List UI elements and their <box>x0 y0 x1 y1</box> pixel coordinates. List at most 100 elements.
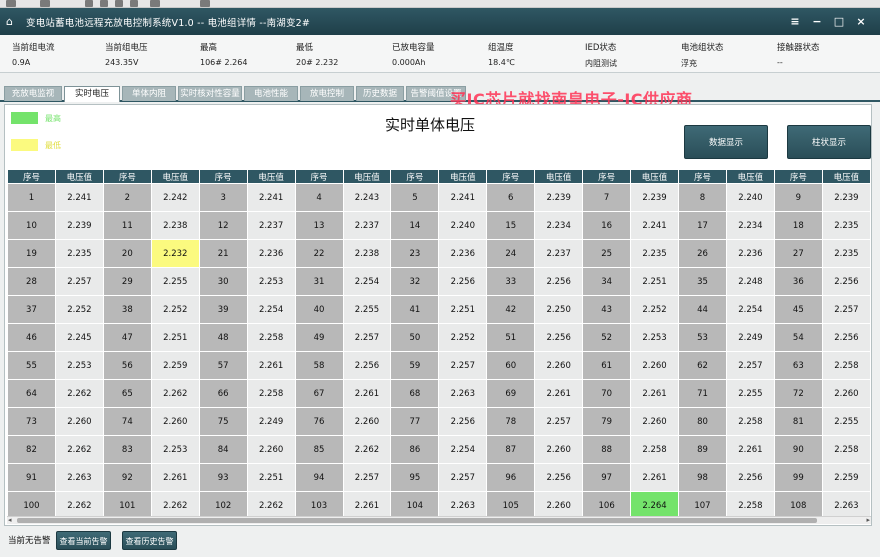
cell-index: 9 <box>773 183 823 212</box>
cell-index: 74 <box>102 407 152 436</box>
cell-voltage: 2.257 <box>342 463 392 492</box>
cell-voltage: 2.245 <box>54 323 104 352</box>
header-index: 序号 <box>390 169 440 184</box>
cell-index: 23 <box>390 239 440 268</box>
info-value: 浮充 <box>681 59 697 68</box>
cell-index: 94 <box>294 463 344 492</box>
align-left-icon[interactable] <box>85 0 93 7</box>
cell-voltage: 2.252 <box>438 323 488 352</box>
tab-charge-monitor[interactable]: 充放电监视 <box>4 86 62 101</box>
cell-voltage: 2.235 <box>821 239 871 268</box>
cell-voltage: 2.261 <box>246 351 296 380</box>
cell-index: 95 <box>390 463 440 492</box>
cell-voltage: 2.252 <box>54 295 104 324</box>
cell-voltage: 2.254 <box>246 295 296 324</box>
cell-voltage: 2.262 <box>342 435 392 464</box>
view-history-alarm-button[interactable]: 查看历史告警 <box>122 531 177 550</box>
cell-index: 64 <box>7 379 56 408</box>
cell-voltage: 2.249 <box>725 323 775 352</box>
cell-voltage: 2.238 <box>342 239 392 268</box>
legend-low-swatch <box>11 139 38 151</box>
cell-voltage: 2.258 <box>725 491 775 516</box>
cell-voltage: 2.257 <box>438 463 488 492</box>
cell-voltage: 2.260 <box>821 379 871 408</box>
cell-index: 82 <box>7 435 56 464</box>
horizontal-scrollbar[interactable]: ◂ ▸ <box>7 516 871 524</box>
voltage-table: 序号 电压值 序号 电压值 序号 电压值 序号 电压值 序号 电压值 序号 电压值 序号 电压值 序号 电压值… <box>7 169 871 516</box>
cell-voltage: 2.257 <box>54 267 104 296</box>
clear-format-icon[interactable] <box>40 0 50 7</box>
home-icon[interactable]: ⌂ <box>6 15 22 28</box>
justify-icon[interactable] <box>130 0 138 7</box>
header-voltage: 电压值 <box>630 169 680 184</box>
cell-voltage: 2.256 <box>534 323 584 352</box>
table-row: 19 2.235 20 2.232 21 2.236 22 2.238 23 2.236 24 2.2… <box>7 239 871 268</box>
cell-voltage: 2.262 <box>150 491 200 516</box>
cell-voltage: 2.261 <box>150 463 200 492</box>
cell-voltage: 2.256 <box>438 267 488 296</box>
header-index: 序号 <box>7 169 56 184</box>
cell-index: 22 <box>294 239 344 268</box>
cell-voltage: 2.263 <box>438 379 488 408</box>
header-voltage: 电压值 <box>54 169 104 184</box>
cell-voltage: 2.239 <box>534 183 584 212</box>
header-index: 序号 <box>486 169 536 184</box>
tab-capacity-check[interactable]: 实时核对性容量 <box>178 86 242 101</box>
scrollbar-thumb[interactable] <box>17 518 817 523</box>
cell-voltage: 2.258 <box>246 323 296 352</box>
cell-index: 87 <box>486 435 536 464</box>
cell-voltage: 2.253 <box>150 435 200 464</box>
view-current-alarm-button[interactable]: 查看当前告警 <box>56 531 111 550</box>
cell-index: 86 <box>390 435 440 464</box>
info-value: 0.000Ah <box>392 58 426 67</box>
cell-voltage: 2.237 <box>534 239 584 268</box>
tab-cell-resistance[interactable]: 单体内阻 <box>122 86 176 101</box>
cell-index: 8 <box>678 183 727 212</box>
cell-voltage: 2.255 <box>725 379 775 408</box>
cell-voltage: 2.241 <box>54 183 104 212</box>
window-controls: ≡ − □ × <box>784 8 872 35</box>
table-icon[interactable] <box>200 0 210 7</box>
cell-voltage: 2.256 <box>534 267 584 296</box>
cell-index: 98 <box>678 463 727 492</box>
cell-index: 44 <box>678 295 727 324</box>
minimize-icon[interactable]: − <box>806 15 828 28</box>
cell-voltage: 2.261 <box>342 379 392 408</box>
info-label: 当前组电压 <box>105 43 148 53</box>
cell-index: 65 <box>102 379 152 408</box>
cell-index: 38 <box>102 295 152 324</box>
info-value: 20# 2.232 <box>296 58 339 67</box>
align-center-icon[interactable] <box>100 0 108 7</box>
menu-icon[interactable]: ≡ <box>784 15 806 28</box>
line-spacing-icon[interactable] <box>150 0 160 7</box>
cell-index: 79 <box>582 407 632 436</box>
cell-index: 30 <box>198 267 248 296</box>
cell-voltage: 2.260 <box>342 407 392 436</box>
cell-voltage: 2.234 <box>534 211 584 240</box>
tab-battery-performance[interactable]: 电池性能 <box>244 86 298 101</box>
scroll-right-icon[interactable]: ▸ <box>866 516 870 524</box>
cell-voltage: 2.256 <box>821 323 871 352</box>
cell-voltage: 2.252 <box>150 295 200 324</box>
data-display-button[interactable]: 数据显示 <box>684 125 768 159</box>
cell-index: 10 <box>7 211 56 240</box>
align-right-icon[interactable] <box>115 0 123 7</box>
info-label: 最低 <box>296 43 314 53</box>
cell-index: 26 <box>678 239 727 268</box>
info-label: 接触器状态 <box>777 43 820 53</box>
close-icon[interactable]: × <box>850 15 872 28</box>
legend-low-label: 最低 <box>45 141 61 150</box>
scroll-left-icon[interactable]: ◂ <box>8 516 12 524</box>
cell-index: 52 <box>582 323 632 352</box>
cell-index: 68 <box>390 379 440 408</box>
bar-display-button[interactable]: 柱状显示 <box>787 125 871 159</box>
cell-voltage: 2.261 <box>630 463 680 492</box>
voltage-grid: 序号 电压值 序号 电压值 序号 电压值 序号 电压值 序号 电压值 序号 电压值 序号 电压值 序号 电压值… <box>7 169 871 516</box>
cell-voltage: 2.241 <box>630 211 680 240</box>
tab-discharge-control[interactable]: 放电控制 <box>300 86 354 101</box>
font-color-icon[interactable] <box>6 0 16 7</box>
tab-history-data[interactable]: 历史数据 <box>356 86 404 101</box>
tab-realtime-voltage[interactable]: 实时电压 <box>64 86 120 102</box>
maximize-icon[interactable]: □ <box>828 15 850 28</box>
cell-voltage: 2.256 <box>821 267 871 296</box>
